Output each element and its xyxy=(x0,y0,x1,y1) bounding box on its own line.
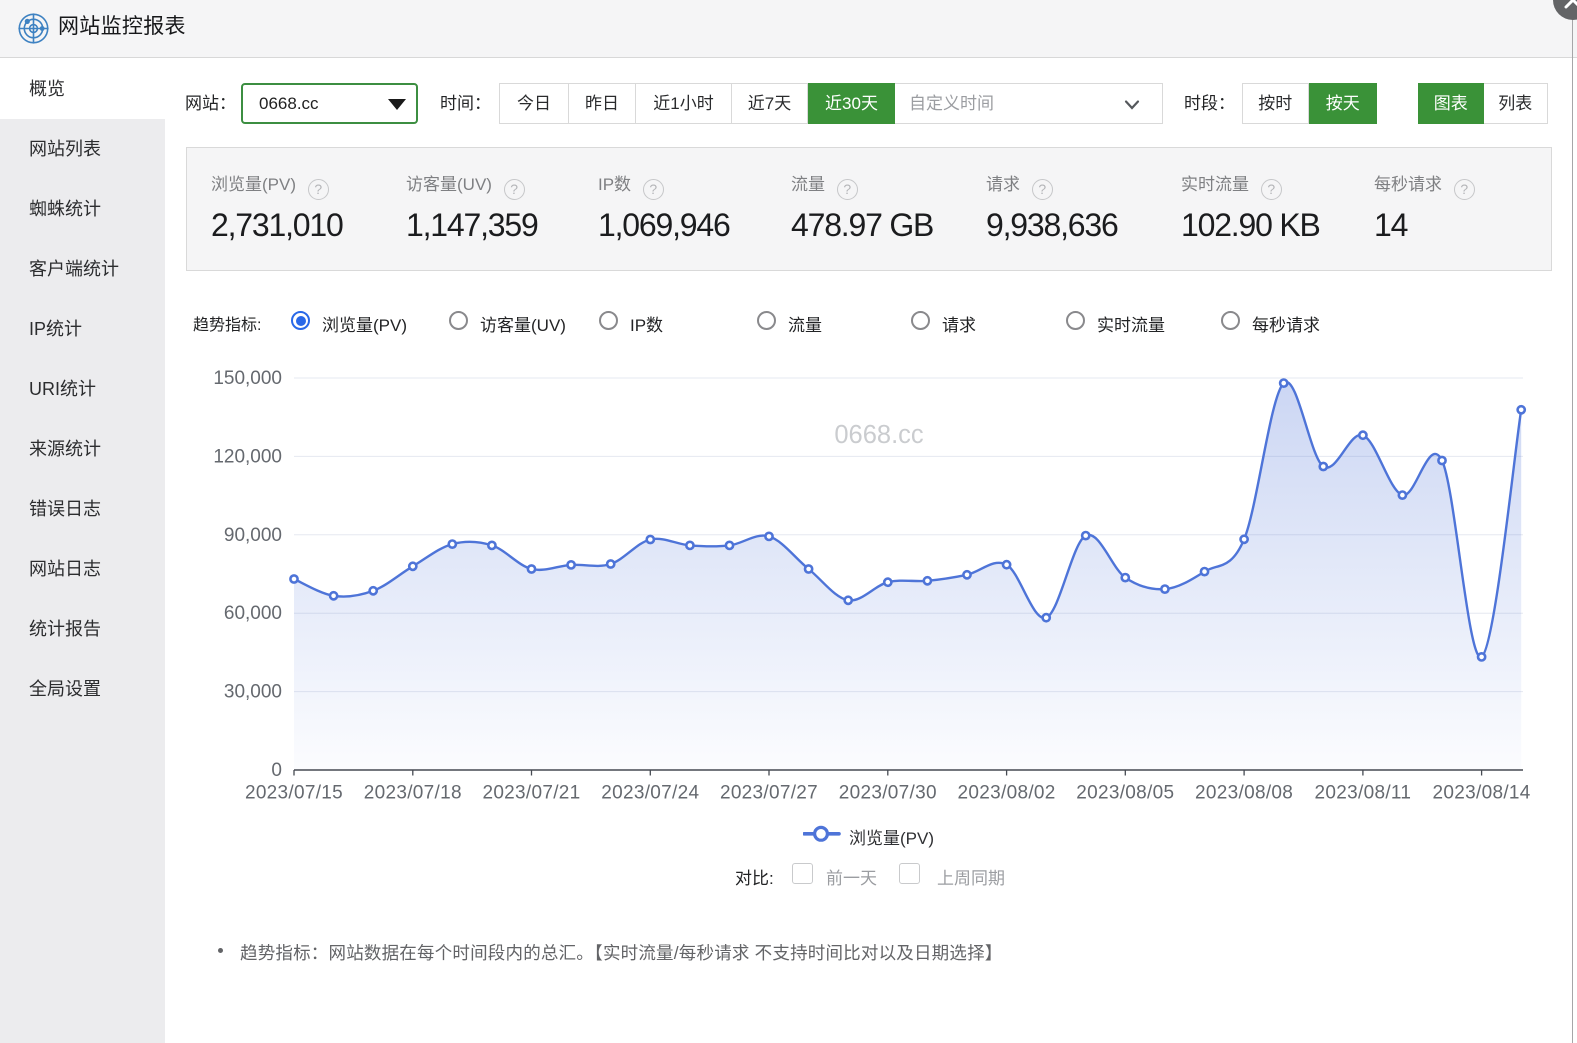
svg-text:2023/07/15: 2023/07/15 xyxy=(245,783,343,804)
svg-text:2023/07/30: 2023/07/30 xyxy=(839,783,937,804)
svg-text:2023/08/05: 2023/08/05 xyxy=(1076,783,1174,804)
svg-text:2023/07/18: 2023/07/18 xyxy=(364,783,462,804)
svg-text:150,000: 150,000 xyxy=(213,368,282,389)
svg-text:0668.cc: 0668.cc xyxy=(834,421,924,449)
svg-text:2023/07/27: 2023/07/27 xyxy=(720,783,818,804)
svg-text:0: 0 xyxy=(271,760,282,781)
svg-text:2023/08/02: 2023/08/02 xyxy=(958,783,1056,804)
svg-text:30,000: 30,000 xyxy=(224,682,282,703)
svg-text:90,000: 90,000 xyxy=(224,525,282,546)
svg-text:2023/08/08: 2023/08/08 xyxy=(1195,783,1293,804)
svg-text:2023/07/24: 2023/07/24 xyxy=(601,783,699,804)
svg-text:2023/07/21: 2023/07/21 xyxy=(482,783,580,804)
svg-text:2023/08/14: 2023/08/14 xyxy=(1433,783,1531,804)
svg-text:2023/08/11: 2023/08/11 xyxy=(1315,783,1412,804)
svg-text:120,000: 120,000 xyxy=(213,446,282,467)
svg-text:60,000: 60,000 xyxy=(224,603,282,624)
